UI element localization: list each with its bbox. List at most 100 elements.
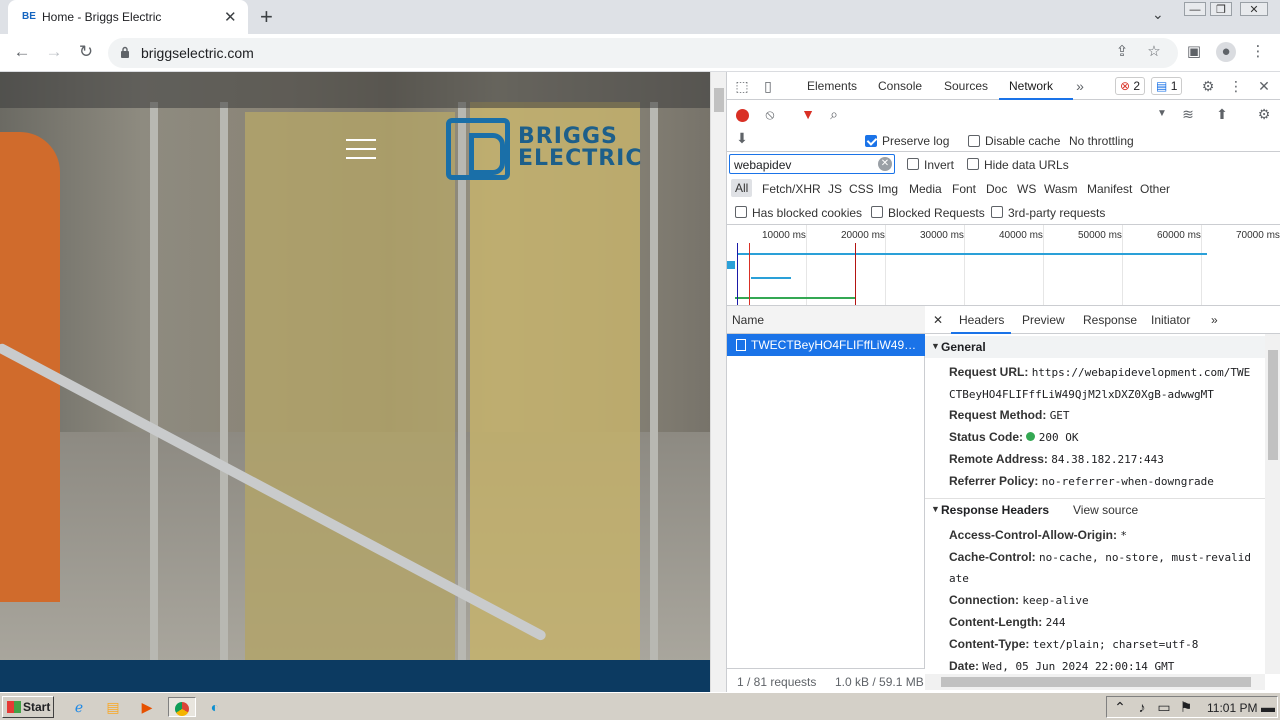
chrome-taskbar-icon[interactable] [168, 697, 196, 717]
preserve-log-checkbox[interactable] [865, 135, 877, 147]
timeline-bar [751, 277, 791, 279]
blocked-cookies-checkbox[interactable] [735, 206, 747, 218]
volume-icon[interactable]: ♪ [1131, 697, 1153, 717]
invert-checkbox[interactable] [907, 158, 919, 170]
browser-tab-strip: BE Home - Briggs Electric ✕ + ⌄ — ❐ ✕ [0, 0, 1280, 34]
kebab-menu-icon[interactable]: ⋮ [1227, 77, 1245, 95]
details-vertical-scrollbar[interactable] [1265, 334, 1280, 674]
request-name: TWECTBeyHO4FLIFffLiW49Q... [751, 338, 921, 352]
address-bar[interactable]: briggselectric.com [108, 38, 1178, 68]
filter-input[interactable]: webapidev ✕ [729, 154, 895, 174]
tab-network[interactable]: Network [1009, 79, 1053, 93]
message-badge[interactable]: ▤ 1 [1151, 77, 1183, 95]
table-row[interactable]: TWECTBeyHO4FLIFffLiW49Q... [727, 334, 925, 356]
network-toolbar: ⦸ ▼ ⌕ Preserve log Disable cache No thro… [727, 100, 1280, 152]
dropdown-arrow-icon[interactable]: ▼ [1153, 105, 1171, 123]
filter-type-img[interactable]: Img [878, 182, 898, 196]
internet-explorer-icon[interactable]: ℯ [68, 697, 90, 717]
timeline-bar [735, 297, 855, 299]
close-devtools-icon[interactable]: ✕ [1255, 77, 1273, 95]
network-overview-timeline[interactable]: 10000 ms 20000 ms 30000 ms 40000 ms 5000… [727, 224, 1280, 306]
show-hidden-icons-icon[interactable]: ⌃ [1109, 697, 1131, 717]
hide-data-urls-checkbox[interactable] [967, 158, 979, 170]
flag-icon[interactable]: ⚑ [1175, 697, 1197, 717]
hero-stud [220, 102, 228, 662]
network-settings-gear-icon[interactable]: ⚙ [1255, 105, 1273, 123]
clear-icon[interactable]: ⦸ [761, 105, 779, 123]
forward-icon[interactable]: → [44, 42, 64, 62]
clear-filter-icon[interactable]: ✕ [878, 157, 892, 171]
browser-tab[interactable]: BE Home - Briggs Electric ✕ [8, 0, 248, 34]
hero-stud [458, 102, 466, 662]
filter-type-fetch-xhr[interactable]: Fetch/XHR [762, 182, 821, 196]
filter-type-wasm[interactable]: Wasm [1044, 182, 1078, 196]
start-button[interactable]: Start [2, 696, 54, 718]
view-source-link[interactable]: View source [1073, 503, 1138, 517]
general-section-header[interactable]: ▼ General [925, 336, 1265, 358]
show-desktop-icon[interactable]: ▬ [1257, 697, 1279, 717]
response-headers-section-header[interactable]: ▼ Response Headers View source [925, 498, 1265, 520]
profile-avatar-icon[interactable]: ● [1216, 42, 1236, 62]
device-toolbar-icon[interactable]: ▯ [759, 77, 777, 95]
reload-icon[interactable]: ↻ [76, 42, 96, 62]
filter-type-other[interactable]: Other [1140, 182, 1170, 196]
more-tabs-icon[interactable]: » [1211, 313, 1218, 327]
kebab-menu-icon[interactable]: ⋮ [1248, 42, 1268, 62]
tab-sources[interactable]: Sources [944, 79, 988, 93]
tab-response[interactable]: Response [1083, 313, 1137, 327]
record-icon[interactable] [733, 105, 751, 123]
share-icon[interactable]: ⇪ [1112, 42, 1132, 62]
new-tab-icon[interactable]: + [260, 4, 273, 30]
search-icon[interactable]: ⌕ [825, 105, 843, 123]
filter-type-css[interactable]: CSS [849, 182, 874, 196]
filter-type-media[interactable]: Media [909, 182, 942, 196]
bookmark-star-icon[interactable]: ☆ [1144, 42, 1164, 62]
edge-icon[interactable]: ◐ [204, 697, 226, 717]
disable-cache-checkbox[interactable] [968, 135, 980, 147]
error-badge[interactable]: ⊗ 2 [1115, 77, 1146, 95]
back-icon[interactable]: ← [12, 42, 32, 62]
window-close-icon[interactable]: ✕ [1240, 2, 1268, 16]
close-details-icon[interactable]: ✕ [933, 313, 943, 327]
transfer-size: 1.0 kB / 59.1 MB [835, 675, 924, 689]
hamburger-menu-icon[interactable] [346, 139, 376, 159]
third-party-checkbox[interactable] [991, 206, 1003, 218]
tab-preview[interactable]: Preview [1022, 313, 1065, 327]
close-tab-icon[interactable]: ✕ [224, 8, 237, 26]
tab-headers[interactable]: Headers [959, 313, 1004, 327]
minimize-icon[interactable]: — [1184, 2, 1206, 16]
throttling-select[interactable]: No throttling [1069, 134, 1134, 148]
filter-icon[interactable]: ▼ [799, 105, 817, 123]
file-explorer-icon[interactable]: ▤ [102, 697, 124, 717]
inspect-element-icon[interactable]: ⬚ [733, 77, 751, 95]
blocked-requests-checkbox[interactable] [871, 206, 883, 218]
side-panel-icon[interactable]: ▣ [1184, 42, 1204, 62]
chevron-down-icon[interactable]: ⌄ [1152, 6, 1164, 23]
restore-icon[interactable]: ❐ [1210, 2, 1232, 16]
filter-type-doc[interactable]: Doc [986, 182, 1007, 196]
taskbar-clock[interactable]: 11:01 PM [1207, 701, 1257, 715]
address-url: briggselectric.com [141, 45, 254, 61]
settings-gear-icon[interactable]: ⚙ [1199, 77, 1217, 95]
filter-type-all[interactable]: All [731, 179, 753, 197]
import-har-icon[interactable]: ⬆ [1213, 105, 1231, 123]
filter-type-js[interactable]: JS [828, 182, 842, 196]
filter-type-font[interactable]: Font [952, 182, 976, 196]
name-column-header[interactable]: Name [727, 306, 925, 334]
tab-console[interactable]: Console [878, 79, 922, 93]
tab-initiator[interactable]: Initiator [1151, 313, 1190, 327]
tab-elements[interactable]: Elements [807, 79, 857, 93]
request-details: ✕ Headers Preview Response Initiator » ▼… [925, 306, 1280, 692]
details-horizontal-scrollbar[interactable] [925, 674, 1265, 690]
more-tabs-icon[interactable]: » [1071, 77, 1089, 95]
header-row: Connection: keep-alive [949, 593, 1089, 607]
site-logo[interactable]: BRIGGS ELECTRIC [446, 118, 666, 182]
network-conditions-icon[interactable]: ≋ [1179, 105, 1197, 123]
export-har-icon[interactable]: ⬇ [733, 129, 751, 147]
page-scrollbar[interactable] [710, 72, 726, 692]
filter-type-ws[interactable]: WS [1017, 182, 1036, 196]
hero-stud [150, 102, 158, 662]
network-icon[interactable]: ▭ [1153, 697, 1175, 717]
media-player-icon[interactable]: ▶ [136, 697, 158, 717]
filter-type-manifest[interactable]: Manifest [1087, 182, 1132, 196]
